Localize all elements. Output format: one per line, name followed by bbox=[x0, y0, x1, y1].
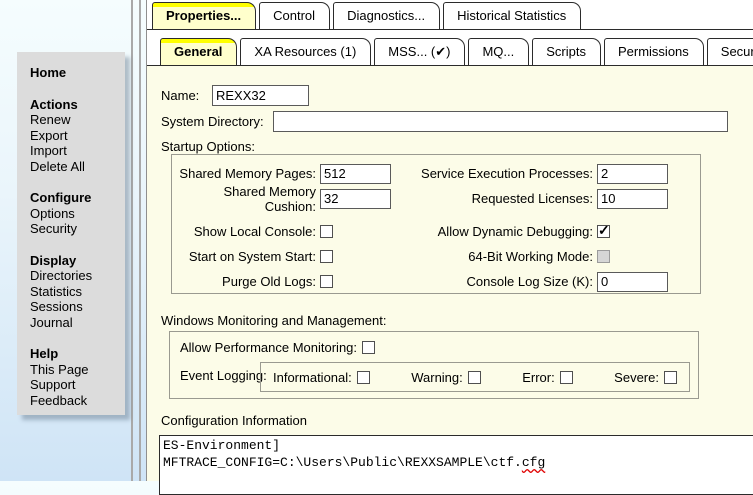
sidebar-item-sessions[interactable]: Sessions bbox=[30, 299, 121, 315]
sidebar-group-display: Display bbox=[30, 253, 121, 269]
requested-licenses-label: Requested Licenses: bbox=[394, 191, 597, 206]
start-on-system-start-label: Start on System Start: bbox=[172, 249, 320, 264]
sidebar-item-delete-all[interactable]: Delete All bbox=[30, 159, 121, 175]
tab-mss[interactable]: MSS... (✔) bbox=[374, 38, 465, 65]
sidebar-item-import[interactable]: Import bbox=[30, 143, 121, 159]
startup-options-fieldset: Shared Memory Pages: Service Execution P… bbox=[171, 154, 701, 294]
console-log-size-label: Console Log Size (K): bbox=[394, 274, 597, 289]
frame-divider bbox=[131, 0, 133, 481]
allow-dynamic-debugging-checkbox[interactable] bbox=[597, 225, 610, 238]
start-on-system-start-checkbox[interactable] bbox=[320, 250, 333, 263]
sidebar-item-journal[interactable]: Journal bbox=[30, 315, 121, 331]
purge-old-logs-checkbox[interactable] bbox=[320, 275, 333, 288]
purge-old-logs-label: Purge Old Logs: bbox=[172, 274, 320, 289]
sidebar-item-options[interactable]: Options bbox=[30, 206, 121, 222]
tab-permissions[interactable]: Permissions bbox=[604, 38, 704, 65]
config-line-2: MFTRACE_CONFIG=C:\Users\Public\REXXSAMPL… bbox=[163, 455, 545, 470]
allow-performance-monitoring-checkbox[interactable] bbox=[362, 341, 375, 354]
severe-label: Severe: bbox=[614, 370, 659, 385]
tab-properties[interactable]: Properties... bbox=[152, 2, 256, 29]
sidebar-item-export[interactable]: Export bbox=[30, 128, 121, 144]
64-bit-working-mode-label: 64-Bit Working Mode: bbox=[394, 249, 597, 264]
top-tab-bar: Properties... Control Diagnostics... His… bbox=[147, 2, 753, 30]
config-line-1: ES-Environment] bbox=[163, 438, 280, 453]
name-input[interactable] bbox=[212, 85, 309, 106]
tab-scripts[interactable]: Scripts bbox=[532, 38, 601, 65]
shared-memory-pages-input[interactable] bbox=[320, 164, 391, 184]
sidebar-group-help: Help bbox=[30, 346, 121, 362]
tab-historical-statistics[interactable]: Historical Statistics bbox=[443, 2, 581, 29]
tab-mq[interactable]: MQ... bbox=[468, 38, 529, 65]
console-log-size-input[interactable] bbox=[597, 272, 668, 292]
64-bit-working-mode-checkbox bbox=[597, 250, 610, 263]
windows-monitoring-label: Windows Monitoring and Management: bbox=[161, 313, 386, 329]
sidebar-item-this-page[interactable]: This Page bbox=[30, 362, 121, 378]
sidebar-group-actions: Actions bbox=[30, 97, 121, 113]
allow-performance-monitoring-label: Allow Performance Monitoring: bbox=[180, 340, 357, 355]
sidebar-group-configure: Configure bbox=[30, 190, 121, 206]
error-checkbox[interactable] bbox=[560, 371, 573, 384]
sidebar-item-support[interactable]: Support bbox=[30, 377, 121, 393]
general-properties-panel: Name: System Directory: Startup Options:… bbox=[147, 66, 753, 481]
informational-checkbox[interactable] bbox=[357, 371, 370, 384]
startup-options-label: Startup Options: bbox=[161, 139, 255, 155]
service-execution-processes-input[interactable] bbox=[597, 164, 668, 184]
sidebar-item-feedback[interactable]: Feedback bbox=[30, 393, 121, 409]
tab-general[interactable]: General bbox=[160, 38, 237, 65]
show-local-console-checkbox[interactable] bbox=[320, 225, 333, 238]
sub-tab-bar: General XA Resources (1) MSS... (✔) MQ..… bbox=[147, 38, 753, 66]
sidebar-item-directories[interactable]: Directories bbox=[30, 268, 121, 284]
system-directory-label: System Directory: bbox=[161, 114, 264, 130]
show-local-console-label: Show Local Console: bbox=[172, 224, 320, 239]
sidebar-item-statistics[interactable]: Statistics bbox=[30, 284, 121, 300]
event-logging-label: Event Logging: bbox=[180, 368, 267, 384]
system-directory-input[interactable] bbox=[273, 111, 728, 132]
tab-control[interactable]: Control bbox=[259, 2, 330, 29]
allow-dynamic-debugging-label: Allow Dynamic Debugging: bbox=[394, 224, 597, 239]
frame-divider bbox=[139, 0, 141, 481]
informational-label: Informational: bbox=[273, 370, 352, 385]
sidebar-item-renew[interactable]: Renew bbox=[30, 112, 121, 128]
severe-checkbox[interactable] bbox=[664, 371, 677, 384]
configuration-information-label: Configuration Information bbox=[161, 413, 307, 429]
monitoring-fieldset: Allow Performance Monitoring: Event Logg… bbox=[169, 331, 699, 399]
shared-memory-cushion-input[interactable] bbox=[320, 189, 391, 209]
warning-label: Warning: bbox=[411, 370, 463, 385]
requested-licenses-input[interactable] bbox=[597, 189, 668, 209]
error-label: Error: bbox=[522, 370, 555, 385]
sidebar-item-security[interactable]: Security bbox=[30, 221, 121, 237]
sidebar-panel: Home Actions Renew Export Import Delete … bbox=[17, 52, 125, 415]
tab-diagnostics[interactable]: Diagnostics... bbox=[333, 2, 440, 29]
shared-memory-cushion-label: Shared Memory Cushion: bbox=[172, 184, 320, 214]
service-execution-processes-label: Service Execution Processes: bbox=[394, 166, 597, 181]
sidebar-item-home[interactable]: Home bbox=[30, 65, 121, 81]
warning-checkbox[interactable] bbox=[468, 371, 481, 384]
tab-security[interactable]: Security bbox=[707, 38, 753, 65]
tab-xa-resources[interactable]: XA Resources (1) bbox=[240, 38, 371, 65]
content-frame: Properties... Control Diagnostics... His… bbox=[146, 0, 753, 481]
configuration-textarea[interactable]: ES-Environment] MFTRACE_CONFIG=C:\Users\P… bbox=[159, 435, 753, 495]
shared-memory-pages-label: Shared Memory Pages: bbox=[172, 166, 320, 181]
event-logging-fieldset: Informational: Warning: Error: Severe: bbox=[260, 362, 690, 392]
name-label: Name: bbox=[161, 88, 199, 104]
misspelled-word: cfg bbox=[522, 455, 545, 470]
